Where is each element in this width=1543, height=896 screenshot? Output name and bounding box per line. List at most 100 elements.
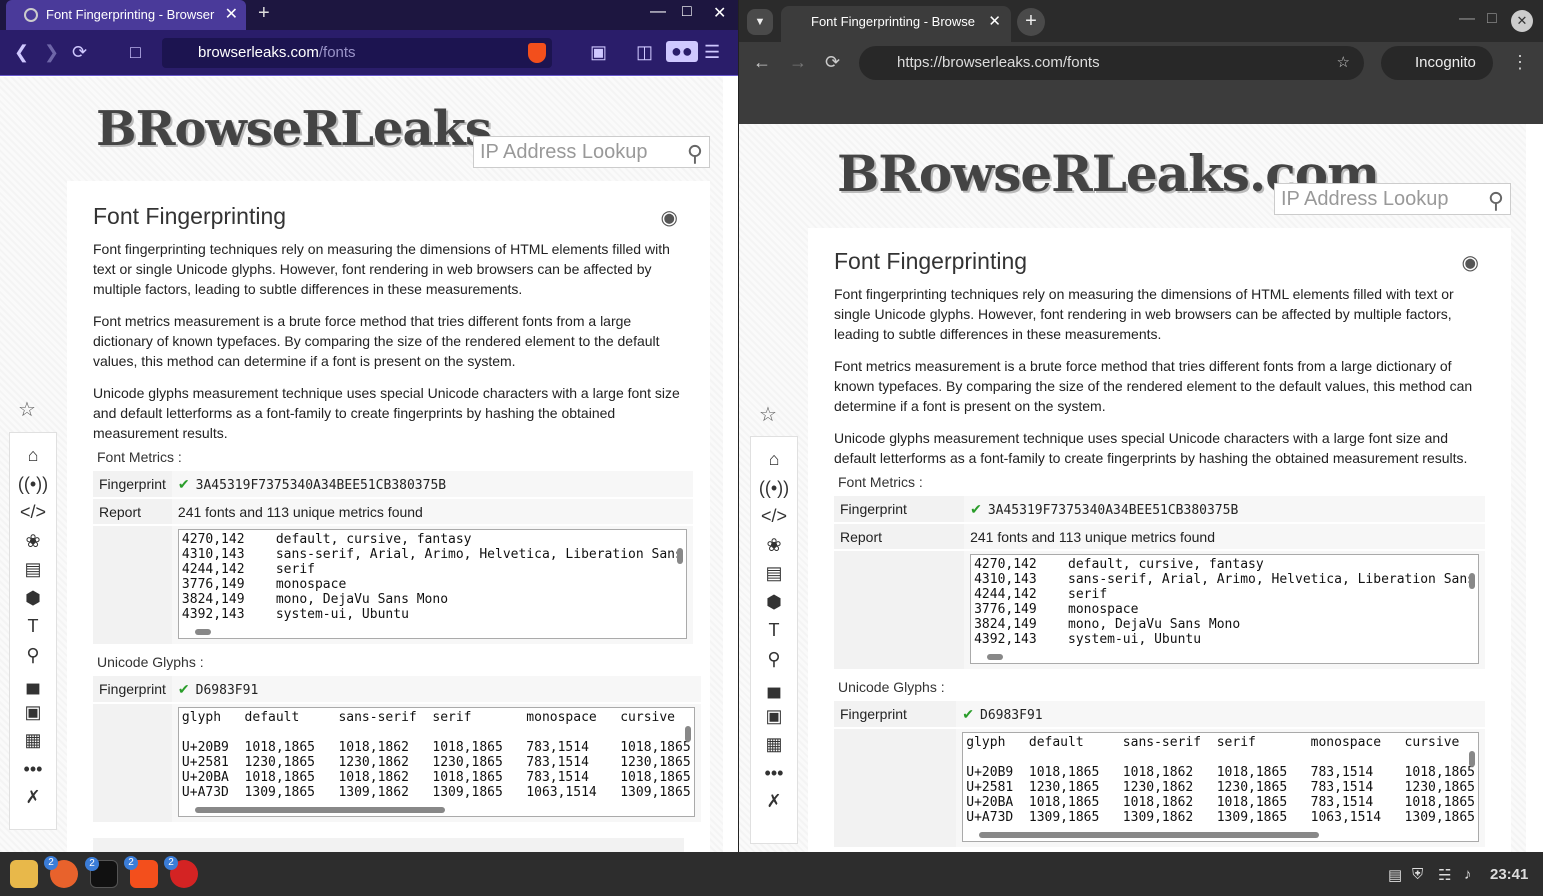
bookmark-icon[interactable]: □ (130, 42, 141, 63)
site-logo[interactable]: BRowseRLeaks (96, 101, 492, 157)
horizontal-scrollbar[interactable] (965, 830, 1466, 840)
minimize-icon[interactable]: — (1459, 10, 1475, 28)
media-icon[interactable]: ▣ (590, 42, 607, 63)
signal-icon[interactable]: ((•)) (10, 470, 56, 499)
text-width-icon[interactable]: T (10, 612, 56, 641)
pin-icon[interactable]: ☆ (759, 402, 777, 427)
steps-icon[interactable]: ▄ (10, 669, 56, 698)
more-icon[interactable]: ••• (751, 759, 797, 788)
glyph-line: U+2581 1230,1865 1230,1862 1230,1865 783… (966, 780, 1475, 795)
menu-icon[interactable]: ☰ (704, 42, 720, 63)
pin-icon[interactable]: ☆ (18, 397, 36, 422)
firewall-icon[interactable]: ▦ (10, 726, 56, 755)
home-icon[interactable]: ⌂ (751, 445, 797, 474)
left-tab-title: Font Fingerprinting - Browser (46, 7, 215, 22)
vertical-scrollbar[interactable] (1468, 557, 1476, 649)
vertical-scrollbar[interactable] (676, 532, 684, 624)
terminal-icon[interactable]: 2 (85, 857, 118, 888)
intro-paragraph-2: Font metrics measurement is a brute forc… (93, 313, 660, 369)
location-icon[interactable]: ⚲ (10, 641, 56, 670)
volume-icon[interactable]: ♪ (1464, 866, 1472, 883)
steps-icon[interactable]: ▄ (751, 673, 797, 702)
image-icon[interactable]: ▤ (10, 555, 56, 584)
camera-icon[interactable]: ◉ (661, 205, 678, 230)
horizontal-scrollbar[interactable] (973, 652, 1466, 662)
search-icon[interactable]: ⚲ (1488, 186, 1504, 216)
cube-icon[interactable]: ⬢ (10, 584, 56, 613)
files-icon[interactable] (10, 860, 38, 888)
brave-icon[interactable]: 2 (124, 856, 158, 888)
puzzle-icon[interactable]: ❀ (751, 531, 797, 560)
text-width-icon[interactable]: T (751, 616, 797, 645)
lock-icon[interactable]: ▣ (751, 702, 797, 731)
clock[interactable]: 23:41 (1490, 866, 1528, 883)
network-icon[interactable]: ☵ (1438, 866, 1451, 884)
puzzle-icon[interactable]: ❀ (10, 527, 56, 556)
right-new-tab-button[interactable]: + (1017, 8, 1045, 36)
firefox-icon[interactable]: 2 (44, 856, 78, 888)
location-icon[interactable]: ⚲ (751, 645, 797, 674)
more-icon[interactable]: ••• (10, 755, 56, 784)
reload-icon[interactable]: ⟳ (825, 52, 840, 73)
tools-icon[interactable]: ✗ (751, 787, 797, 816)
forward-icon[interactable]: ❯ (44, 42, 59, 63)
kebab-menu-icon[interactable]: ⋮ (1511, 52, 1529, 73)
intro-paragraph-1: Font fingerprinting techniques rely on m… (834, 286, 1454, 342)
left-tab-close-icon[interactable]: ✕ (225, 0, 238, 30)
left-active-tab[interactable]: Font Fingerprinting - Browser ✕ (6, 0, 246, 30)
back-icon[interactable]: ❮ (14, 42, 29, 63)
star-icon[interactable]: ☆ (1337, 46, 1350, 80)
incognito-badge[interactable]: Incognito (1381, 46, 1493, 80)
home-icon[interactable]: ⌂ (10, 441, 56, 470)
horizontal-scrollbar[interactable] (181, 627, 674, 637)
right-tab-close-icon[interactable]: ✕ (988, 6, 1001, 38)
clipboard-icon[interactable]: ▤ (1388, 866, 1402, 884)
image-icon[interactable]: ▤ (751, 559, 797, 588)
check-icon: ✔ (177, 680, 190, 697)
right-address-bar[interactable]: https://browserleaks.com/fonts ☆ (859, 46, 1364, 80)
horizontal-scrollbar[interactable] (181, 805, 682, 815)
left-address-bar[interactable]: browserleaks.com/fonts (162, 38, 552, 68)
right-tab-title: Font Fingerprinting - Browse (811, 14, 976, 29)
reload-icon[interactable]: ⟳ (72, 42, 87, 63)
private-icon[interactable]: ●● (666, 41, 698, 62)
search-icon[interactable]: ⚲ (687, 139, 703, 169)
intro-paragraph-3: Unicode glyphs measurement technique use… (834, 430, 1468, 466)
tab-search-icon[interactable]: ▼ (747, 9, 773, 35)
brave-shield-icon[interactable] (528, 43, 546, 63)
sidebar-icon[interactable]: ◫ (636, 42, 653, 63)
forward-icon[interactable]: → (789, 52, 807, 73)
glyph-line: U+A73D 1309,1865 1309,1862 1309,1865 106… (181, 785, 691, 800)
shield-icon[interactable]: ⛨ (1412, 866, 1423, 883)
camera-icon[interactable]: ◉ (1462, 250, 1479, 275)
close-window-icon[interactable]: ✕ (713, 3, 726, 23)
page-title: Font Fingerprinting (834, 248, 1028, 274)
maximize-icon[interactable]: □ (682, 3, 692, 21)
font-metrics-textarea[interactable]: 4270,142 default, cursive, fantasy 4310,1… (970, 554, 1479, 664)
lock-icon[interactable]: ▣ (10, 698, 56, 727)
unicode-glyphs-textarea[interactable]: glyph default sans-serif serif monospace… (177, 707, 695, 817)
ip-lookup-input[interactable]: IP Address Lookup ⚲ (473, 136, 710, 168)
right-active-tab[interactable]: Font Fingerprinting - Browse ✕ (781, 6, 1011, 42)
minimize-icon[interactable]: — (650, 3, 666, 21)
signal-icon[interactable]: ((•)) (751, 474, 797, 503)
unicode-glyphs-textarea[interactable]: glyph default sans-serif serif monospace… (962, 732, 1479, 842)
further-reading[interactable]: Further Reading (93, 838, 684, 852)
metrics-line: 4310,143 sans-serif, Arial, Arimo, Helve… (181, 547, 683, 562)
back-icon[interactable]: ← (753, 52, 771, 73)
vertical-scrollbar[interactable] (684, 710, 692, 802)
vertical-scrollbar[interactable] (1468, 735, 1476, 827)
chrome-icon[interactable]: 2 (164, 856, 198, 888)
glyph-fingerprint-value: D6983F91 (195, 682, 259, 698)
tools-icon[interactable]: ✗ (10, 783, 56, 812)
page-title: Font Fingerprinting (93, 203, 287, 229)
cube-icon[interactable]: ⬢ (751, 588, 797, 617)
font-metrics-textarea[interactable]: 4270,142 default, cursive, fantasy 4310,1… (177, 529, 687, 639)
ip-lookup-input[interactable]: IP Address Lookup ⚲ (1274, 183, 1511, 215)
left-new-tab-button[interactable]: + (258, 2, 270, 25)
firewall-icon[interactable]: ▦ (751, 730, 797, 759)
code-icon[interactable]: </> (751, 502, 797, 531)
close-window-icon[interactable]: ✕ (1511, 10, 1533, 32)
maximize-icon[interactable]: □ (1487, 10, 1497, 28)
code-icon[interactable]: </> (10, 498, 56, 527)
